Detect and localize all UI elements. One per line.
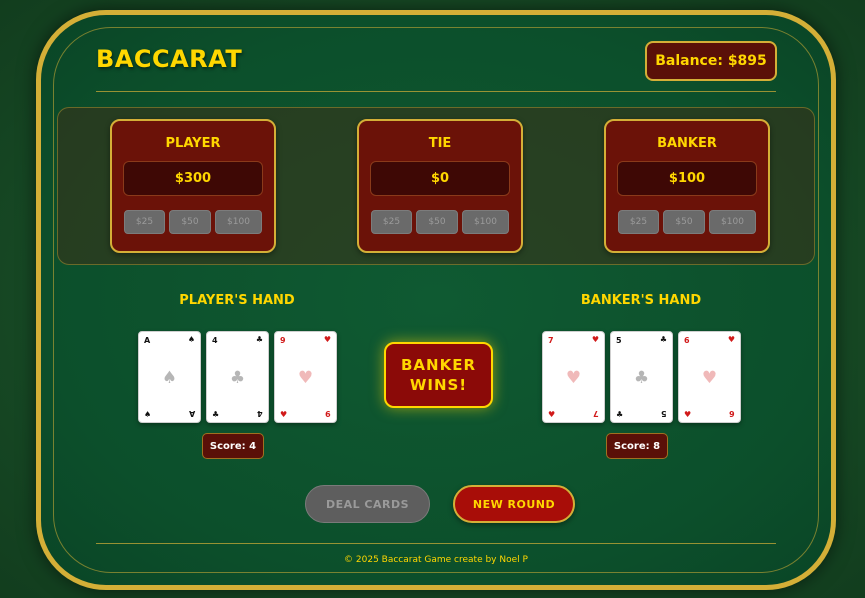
chip-row-banker: $25 $50 $100 — [618, 210, 756, 234]
player-card-2: 4 ♣ ♣ ♣ 4 — [206, 331, 269, 423]
card-rank: 9 — [325, 409, 331, 418]
new-round-button[interactable]: NEW ROUND — [453, 485, 575, 523]
heart-icon: ♥ — [548, 410, 556, 419]
card-rank: 6 — [684, 336, 690, 345]
heart-icon: ♥ — [280, 410, 288, 419]
heart-icon: ♥ — [727, 335, 735, 344]
baccarat-table: BACCARAT Balance: $895 PLAYER $300 $25 $… — [36, 10, 836, 590]
club-icon: ♣ — [212, 410, 220, 419]
heart-icon: ♥ — [591, 335, 599, 344]
bet-area: PLAYER $300 $25 $50 $100 TIE $0 $25 $50 … — [57, 107, 815, 265]
chip-50-button[interactable]: $50 — [663, 210, 705, 234]
club-icon: ♣ — [633, 368, 650, 388]
spade-icon: ♠ — [161, 368, 178, 388]
bet-amount-banker: $100 — [617, 161, 757, 196]
header-divider — [96, 91, 776, 92]
heart-icon: ♥ — [297, 368, 314, 388]
chip-row-tie: $25 $50 $100 — [371, 210, 509, 234]
card-rank: 5 — [616, 336, 622, 345]
bet-amount-player: $300 — [123, 161, 263, 196]
card-rank: 7 — [593, 409, 599, 418]
banker-score-badge: Score: 8 — [606, 433, 668, 459]
heart-icon: ♥ — [565, 368, 582, 388]
heart-icon: ♥ — [684, 410, 692, 419]
deal-cards-button[interactable]: DEAL CARDS — [305, 485, 430, 523]
chip-100-button[interactable]: $100 — [709, 210, 756, 234]
card-rank: 4 — [212, 336, 218, 345]
bet-box-tie[interactable]: TIE $0 $25 $50 $100 — [357, 119, 523, 253]
result-banner: BANKER WINS! — [384, 342, 493, 408]
bet-label-player: PLAYER — [165, 136, 221, 151]
card-rank: 6 — [729, 409, 735, 418]
club-icon: ♣ — [616, 410, 624, 419]
card-rank: 4 — [257, 409, 263, 418]
bet-label-tie: TIE — [428, 136, 452, 151]
club-icon: ♣ — [229, 368, 246, 388]
banker-card-1: 7 ♥ ♥ ♥ 7 — [542, 331, 605, 423]
bet-amount-tie: $0 — [370, 161, 510, 196]
chip-25-button[interactable]: $25 — [618, 210, 659, 234]
balance-display: Balance: $895 — [645, 41, 777, 81]
card-rank: 9 — [280, 336, 286, 345]
footer-divider — [96, 543, 776, 544]
chip-100-button[interactable]: $100 — [215, 210, 262, 234]
chip-50-button[interactable]: $50 — [169, 210, 211, 234]
club-icon: ♣ — [659, 335, 667, 344]
card-rank: 5 — [661, 409, 667, 418]
player-card-1: A ♠ ♠ ♠ A — [138, 331, 201, 423]
chip-100-button[interactable]: $100 — [462, 210, 509, 234]
card-rank: A — [144, 336, 151, 345]
card-rank: 7 — [548, 336, 554, 345]
footer-text: © 2025 Baccarat Game create by Noel P — [344, 555, 528, 565]
banker-hand-title: BANKER'S HAND — [580, 293, 702, 308]
heart-icon: ♥ — [323, 335, 331, 344]
chip-25-button[interactable]: $25 — [124, 210, 165, 234]
banker-card-2: 5 ♣ ♣ ♣ 5 — [610, 331, 673, 423]
player-card-3: 9 ♥ ♥ ♥ 9 — [274, 331, 337, 423]
bet-box-banker[interactable]: BANKER $100 $25 $50 $100 — [604, 119, 770, 253]
spade-icon: ♠ — [144, 410, 152, 419]
chip-50-button[interactable]: $50 — [416, 210, 458, 234]
bet-label-banker: BANKER — [657, 136, 717, 151]
chip-25-button[interactable]: $25 — [371, 210, 412, 234]
card-rank: A — [188, 409, 195, 418]
banker-card-3: 6 ♥ ♥ ♥ 6 — [678, 331, 741, 423]
chip-row-player: $25 $50 $100 — [124, 210, 262, 234]
player-hand-title: PLAYER'S HAND — [179, 293, 295, 308]
game-title: BACCARAT — [96, 45, 243, 73]
club-icon: ♣ — [255, 335, 263, 344]
bet-box-player[interactable]: PLAYER $300 $25 $50 $100 — [110, 119, 276, 253]
heart-icon: ♥ — [701, 368, 718, 388]
player-score-badge: Score: 4 — [202, 433, 264, 459]
spade-icon: ♠ — [187, 335, 195, 344]
